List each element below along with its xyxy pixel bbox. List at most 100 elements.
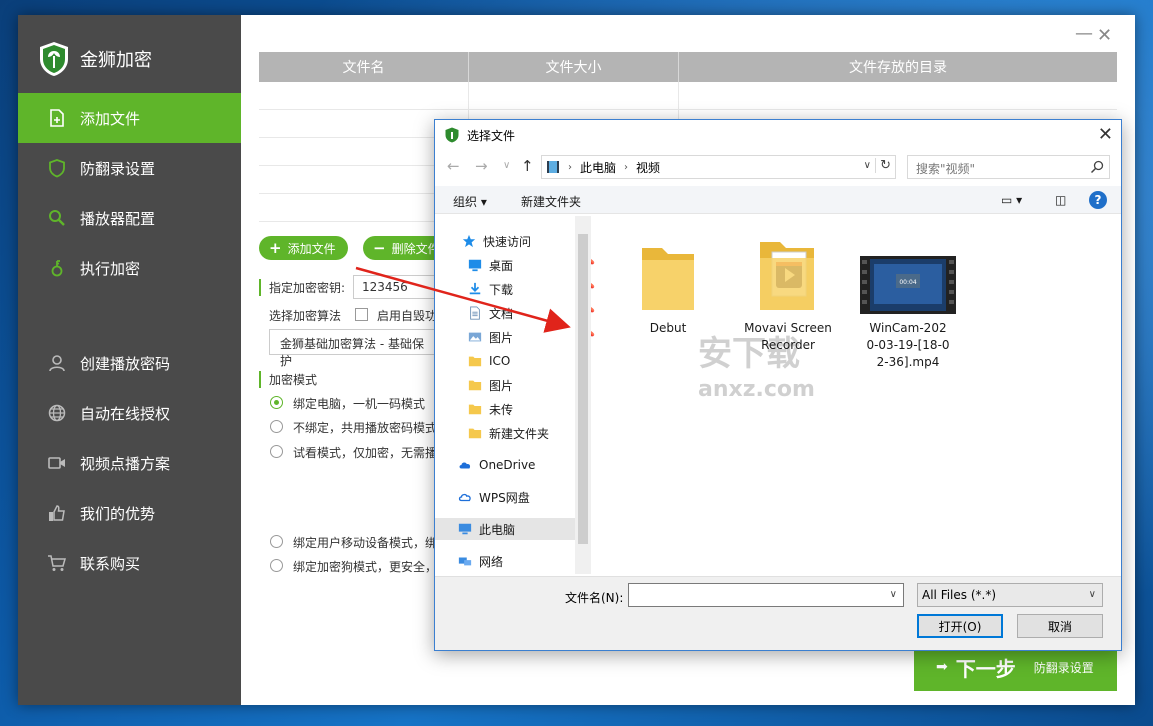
tree-item-label: 新建文件夹 <box>489 426 550 441</box>
open-button[interactable]: 打开(O) <box>917 614 1003 638</box>
column-header-directory[interactable]: 文件存放的目录 <box>679 52 1117 82</box>
breadcrumb-videos[interactable]: 视频 <box>636 159 660 176</box>
algo-select[interactable]: 金狮基础加密算法 - 基础保护 <box>269 329 439 368</box>
up-arrow-icon[interactable]: ↑ <box>521 157 534 175</box>
folder-icon <box>467 425 483 441</box>
sidebar-item-label: 我们的优势 <box>80 504 156 523</box>
globe-icon <box>46 402 68 424</box>
file-item-label: Movavi Screen Recorder <box>744 321 832 352</box>
mode-radio-mobile[interactable] <box>270 535 283 548</box>
tree-item-weichuan[interactable]: 未传 <box>467 398 587 420</box>
add-file-button[interactable]: + 添加文件 <box>259 236 348 260</box>
column-header-filename[interactable]: 文件名 <box>259 52 469 82</box>
tree-item-label: 未传 <box>489 402 514 417</box>
organize-menu[interactable]: 组织 ▾ <box>453 193 487 210</box>
file-item-label: Debut <box>649 321 687 335</box>
sidebar-item-label: 添加文件 <box>80 109 141 128</box>
sidebar-item-label: 播放器配置 <box>80 209 156 228</box>
key-label: 指定加密密钥: <box>259 279 345 296</box>
mode-label-mobile: 绑定用户移动设备模式，绑 <box>293 536 438 550</box>
tree-item-this-pc[interactable]: 此电脑 <box>435 518 575 540</box>
forward-arrow-icon[interactable]: → <box>475 157 488 175</box>
file-item-label: WinCam-2020-03-19-[18-02-36].mp4 <box>866 321 950 369</box>
close-button[interactable]: ✕ <box>1097 25 1112 46</box>
sidebar-item-label: 防翻录设置 <box>80 159 156 178</box>
scrollbar-thumb[interactable] <box>578 234 588 544</box>
auto-destroy-checkbox[interactable] <box>355 308 368 321</box>
back-arrow-icon[interactable]: ← <box>447 157 460 175</box>
tree-item-downloads[interactable]: 下载 📌 <box>467 278 595 300</box>
sidebar-item-add-file[interactable]: 添加文件 <box>18 93 241 143</box>
tree-item-wps-cloud[interactable]: WPS网盘 <box>457 486 577 508</box>
mode-radio-shared[interactable] <box>270 420 283 433</box>
brand-logo-icon <box>40 42 68 76</box>
sidebar-item-create-password[interactable]: 创建播放密码 <box>18 338 241 388</box>
app-shield-icon <box>445 127 459 143</box>
breadcrumb-separator-icon: › <box>624 161 629 173</box>
tree-item-ico[interactable]: ICO <box>467 350 587 372</box>
dialog-close-button[interactable]: ✕ <box>1098 124 1113 145</box>
auto-destroy-label: 启用自毁功 <box>377 309 438 323</box>
cart-icon <box>46 552 68 574</box>
tree-item-desktop[interactable]: 桌面 📌 <box>467 254 595 276</box>
filetype-value: All Files (*.*) <box>922 588 997 602</box>
sidebar-item-player-config[interactable]: 播放器配置 <box>18 193 241 243</box>
chevron-down-icon[interactable]: ∨ <box>890 589 897 600</box>
sidebar-item-advantages[interactable]: 我们的优势 <box>18 488 241 538</box>
minus-icon: − <box>373 239 386 257</box>
brand-name: 金狮加密 <box>80 50 152 71</box>
preview-pane-icon[interactable]: ◫ <box>1055 193 1066 207</box>
sidebar-item-vod-solution[interactable]: 视频点播方案 <box>18 438 241 488</box>
file-item-wincam-video[interactable]: 00:04 WinCam-2020-03-19-[18-02-36].mp4 <box>858 234 958 371</box>
tree-item-network[interactable]: 网络 <box>457 550 577 572</box>
folder-icon <box>467 353 483 369</box>
brand: 金狮加密 <box>38 39 152 79</box>
search-input[interactable]: 搜索"视频" <box>907 155 1110 179</box>
tree-scrollbar[interactable] <box>575 216 591 574</box>
tree-item-label: WPS网盘 <box>479 490 530 505</box>
filename-input[interactable]: ∨ <box>628 583 904 607</box>
minimize-button[interactable]: — <box>1075 23 1093 44</box>
sidebar-item-online-auth[interactable]: 自动在线授权 <box>18 388 241 438</box>
sidebar-item-contact-buy[interactable]: 联系购买 <box>18 538 241 588</box>
address-dropdown-icon[interactable]: ∨ <box>864 160 871 171</box>
file-list: 安下载 anxz.com Debut Movavi Screen Recorde… <box>593 216 1121 574</box>
mode-label-shared: 不绑定，共用播放密码模式 <box>293 421 438 435</box>
refresh-icon[interactable]: ↻ <box>875 158 891 173</box>
column-header-filesize[interactable]: 文件大小 <box>469 52 679 82</box>
tree-item-pictures-folder[interactable]: 图片 <box>467 374 587 396</box>
mode-radio-bind-pc[interactable] <box>270 396 283 409</box>
view-options-icon[interactable]: ▭ ▾ <box>1001 193 1022 207</box>
dialog-navbar: ← → ∨ ↑ › 此电脑 › 视频 ∨ ↻ 搜索"视频" <box>435 154 1121 180</box>
mode-radio-trial[interactable] <box>270 445 283 458</box>
address-bar[interactable]: › 此电脑 › 视频 ∨ ↻ <box>541 155 896 179</box>
filename-label: 文件名(N): <box>565 591 624 605</box>
network-icon <box>457 553 473 569</box>
tree-item-label: 此电脑 <box>479 522 516 537</box>
cancel-button[interactable]: 取消 <box>1017 614 1103 638</box>
table-row <box>259 82 1117 110</box>
breadcrumb-this-pc[interactable]: 此电脑 <box>580 159 616 176</box>
sidebar-item-anti-record[interactable]: 防翻录设置 <box>18 143 241 193</box>
recent-dropdown-icon[interactable]: ∨ <box>503 160 510 171</box>
tree-item-quick-access[interactable]: 快速访问 <box>461 230 581 252</box>
new-folder-button[interactable]: 新建文件夹 <box>521 193 581 210</box>
tree-item-label: OneDrive <box>479 458 536 472</box>
tree-item-new-folder[interactable]: 新建文件夹 <box>467 422 587 444</box>
chevron-down-icon[interactable]: ∨ <box>1089 589 1096 600</box>
tree-item-documents[interactable]: 文档 📌 <box>467 302 595 324</box>
dialog-titlebar: 选择文件 <box>435 120 1121 150</box>
search-icon[interactable] <box>1090 160 1104 174</box>
filetype-select[interactable]: All Files (*.*) ∨ <box>917 583 1103 607</box>
tree-item-onedrive[interactable]: OneDrive <box>457 454 577 476</box>
user-icon <box>46 352 68 374</box>
file-item-debut[interactable]: Debut <box>618 234 718 337</box>
dialog-title: 选择文件 <box>467 128 516 143</box>
sidebar-item-execute-encrypt[interactable]: 执行加密 <box>18 243 241 293</box>
file-item-movavi[interactable]: Movavi Screen Recorder <box>738 234 838 354</box>
video-thumbnail-icon: 00:04 <box>860 256 956 314</box>
tree-item-pictures[interactable]: 图片 📌 <box>467 326 595 348</box>
shield-icon <box>46 157 68 179</box>
help-icon[interactable]: ? <box>1089 191 1107 209</box>
mode-radio-dongle[interactable] <box>270 559 283 572</box>
